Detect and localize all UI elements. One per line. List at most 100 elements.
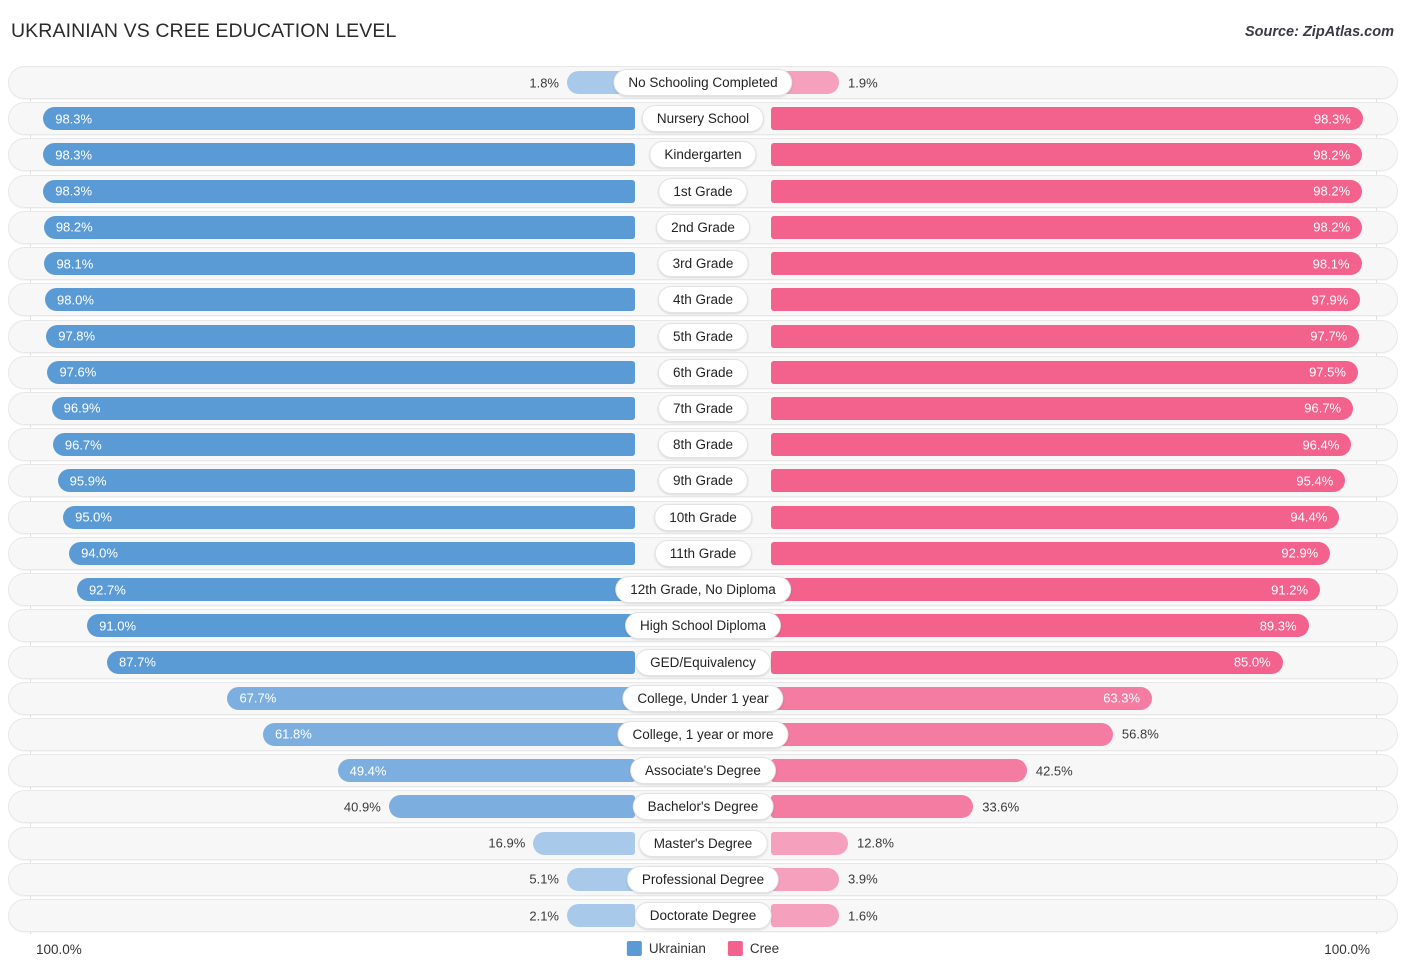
bar-ukrainian: 96.7%	[52, 433, 635, 457]
chart-row: 61.8% 56.8% College, 1 year or more	[0, 717, 1406, 751]
bar-value-ukrainian: 16.9%	[488, 835, 526, 851]
chart-page: UKRAINIAN VS CREE EDUCATION LEVEL Source…	[0, 0, 1406, 975]
bar-ukrainian: 97.6%	[47, 360, 635, 384]
bar-value-cree: 92.9%	[1281, 545, 1319, 561]
bar-ukrainian: 91.0%	[87, 614, 635, 638]
chart-row: 96.9% 96.7% 7th Grade	[0, 391, 1406, 425]
bar-value-ukrainian: 87.7%	[119, 654, 156, 670]
bar-value-cree: 98.3%	[1313, 111, 1351, 127]
bar-cree: 97.9%	[771, 288, 1361, 312]
bar-cree: 98.1%	[771, 252, 1362, 276]
bar-value-cree: 95.4%	[1296, 473, 1334, 489]
category-label: 2nd Grade	[656, 213, 750, 241]
legend-item-cree: Cree	[727, 941, 779, 956]
bar-value-ukrainian: 40.9%	[343, 799, 381, 815]
bar-ukrainian	[567, 867, 635, 891]
bar-value-ukrainian: 1.8%	[529, 75, 559, 90]
chart-legend: Ukrainian Cree	[626, 941, 779, 956]
bar-value-cree: 96.7%	[1304, 400, 1342, 416]
bar-value-cree: 98.1%	[1312, 256, 1350, 272]
category-label: Nursery School	[641, 105, 765, 133]
bar-value-ukrainian: 92.7%	[88, 582, 126, 598]
bar-value-cree: 97.7%	[1310, 328, 1348, 344]
chart-row: 95.9% 95.4% 9th Grade	[0, 464, 1406, 498]
bar-cree: 85.0%	[771, 650, 1283, 674]
chart-row: 92.7% 91.2% 12th Grade, No Diploma	[0, 573, 1406, 607]
bar-value-cree: 89.3%	[1259, 618, 1297, 634]
bar-value-ukrainian: 96.7%	[64, 437, 102, 453]
category-label: College, Under 1 year	[622, 684, 784, 712]
bar-value-ukrainian: 97.8%	[58, 328, 96, 344]
chart-row: 97.6% 97.5% 6th Grade	[0, 355, 1406, 389]
bar-cree: 63.3%	[771, 686, 1153, 710]
bar-cree	[771, 867, 839, 891]
bar-ukrainian	[388, 795, 635, 819]
bar-cree: 92.9%	[771, 541, 1331, 565]
legend-swatch-cree	[727, 941, 743, 956]
chart-row: 98.3% 98.2% Kindergarten	[0, 138, 1406, 172]
bar-ukrainian	[567, 904, 635, 928]
chart-row: 5.1% 3.9% Professional Degree	[0, 862, 1406, 896]
chart-row: 98.3% 98.3% Nursery School	[0, 102, 1406, 136]
source-attribution: Source: ZipAtlas.com	[1244, 24, 1394, 40]
chart-plot-area: 1.8% 1.9% No Schooling Completed 98.3% 98.3%…	[0, 66, 1406, 934]
bar-value-ukrainian: 96.9%	[63, 400, 101, 416]
bar-value-cree: 42.5%	[1035, 763, 1073, 779]
legend-label-ukrainian: Ukrainian	[648, 941, 706, 956]
category-label: 11th Grade	[654, 539, 752, 567]
bar-value-ukrainian: 98.1%	[56, 256, 94, 272]
category-label: High School Diploma	[624, 612, 782, 640]
bar-value-ukrainian: 49.4%	[349, 763, 387, 779]
bar-value-cree: 96.4%	[1302, 437, 1340, 453]
chart-row: 98.2% 98.2% 2nd Grade	[0, 210, 1406, 244]
bar-ukrainian: 98.3%	[43, 107, 635, 131]
category-label: Professional Degree	[626, 865, 780, 893]
legend-swatch-ukrainian	[626, 941, 642, 956]
category-label: 8th Grade	[657, 431, 749, 459]
bar-cree: 95.4%	[771, 469, 1346, 493]
category-label: Bachelor's Degree	[632, 793, 774, 821]
bar-ukrainian: 67.7%	[227, 686, 635, 710]
category-label: 3rd Grade	[657, 250, 749, 278]
bar-value-ukrainian: 2.1%	[529, 908, 559, 924]
category-label: College, 1 year or more	[617, 720, 789, 748]
bar-value-ukrainian: 98.3%	[55, 183, 93, 199]
bar-ukrainian: 98.0%	[45, 288, 635, 312]
bar-cree: 98.2%	[771, 143, 1363, 167]
axis-label-right: 100.0%	[1324, 942, 1370, 957]
bar-ukrainian: 95.0%	[63, 505, 635, 529]
bar-cree: 96.4%	[771, 433, 1352, 457]
chart-row: 16.9% 12.8% Master's Degree	[0, 826, 1406, 860]
bar-value-cree: 1.9%	[848, 75, 878, 90]
chart-row: 2.1% 1.6% Doctorate Degree	[0, 899, 1406, 933]
bar-ukrainian: 97.8%	[46, 324, 635, 348]
bar-value-ukrainian: 98.3%	[55, 111, 93, 127]
bar-cree	[771, 759, 1027, 783]
bar-cree: 94.4%	[771, 505, 1340, 529]
bar-value-cree: 94.4%	[1290, 509, 1328, 525]
bar-value-cree: 12.8%	[857, 835, 894, 851]
chart-row: 67.7% 63.3% College, Under 1 year	[0, 681, 1406, 715]
category-label: No Schooling Completed	[613, 69, 793, 96]
category-label: 1st Grade	[658, 177, 748, 205]
bar-cree: 96.7%	[771, 396, 1354, 420]
chart-row: 95.0% 94.4% 10th Grade	[0, 500, 1406, 534]
category-label: 12th Grade, No Diploma	[615, 576, 791, 604]
bar-ukrainian: 98.3%	[43, 143, 635, 167]
bar-value-ukrainian: 5.1%	[529, 871, 559, 887]
chart-footer: 100.0% 100.0% Ukrainian Cree	[0, 934, 1406, 975]
bar-ukrainian: 87.7%	[107, 650, 635, 674]
category-label: 7th Grade	[657, 394, 749, 422]
bar-value-ukrainian: 98.3%	[55, 147, 93, 163]
bar-value-cree: 85.0%	[1233, 654, 1271, 670]
bar-ukrainian: 95.9%	[57, 469, 635, 493]
bar-value-cree: 63.3%	[1103, 690, 1141, 706]
category-label: Master's Degree	[638, 829, 768, 857]
bar-value-ukrainian: 97.6%	[59, 364, 97, 380]
bar-value-ukrainian: 94.0%	[81, 545, 118, 561]
category-label: 4th Grade	[657, 286, 749, 314]
bar-value-cree: 56.8%	[1121, 726, 1159, 742]
bar-value-cree: 1.6%	[848, 908, 878, 924]
chart-row: 87.7% 85.0% GED/Equivalency	[0, 645, 1406, 679]
bar-cree	[771, 722, 1113, 746]
